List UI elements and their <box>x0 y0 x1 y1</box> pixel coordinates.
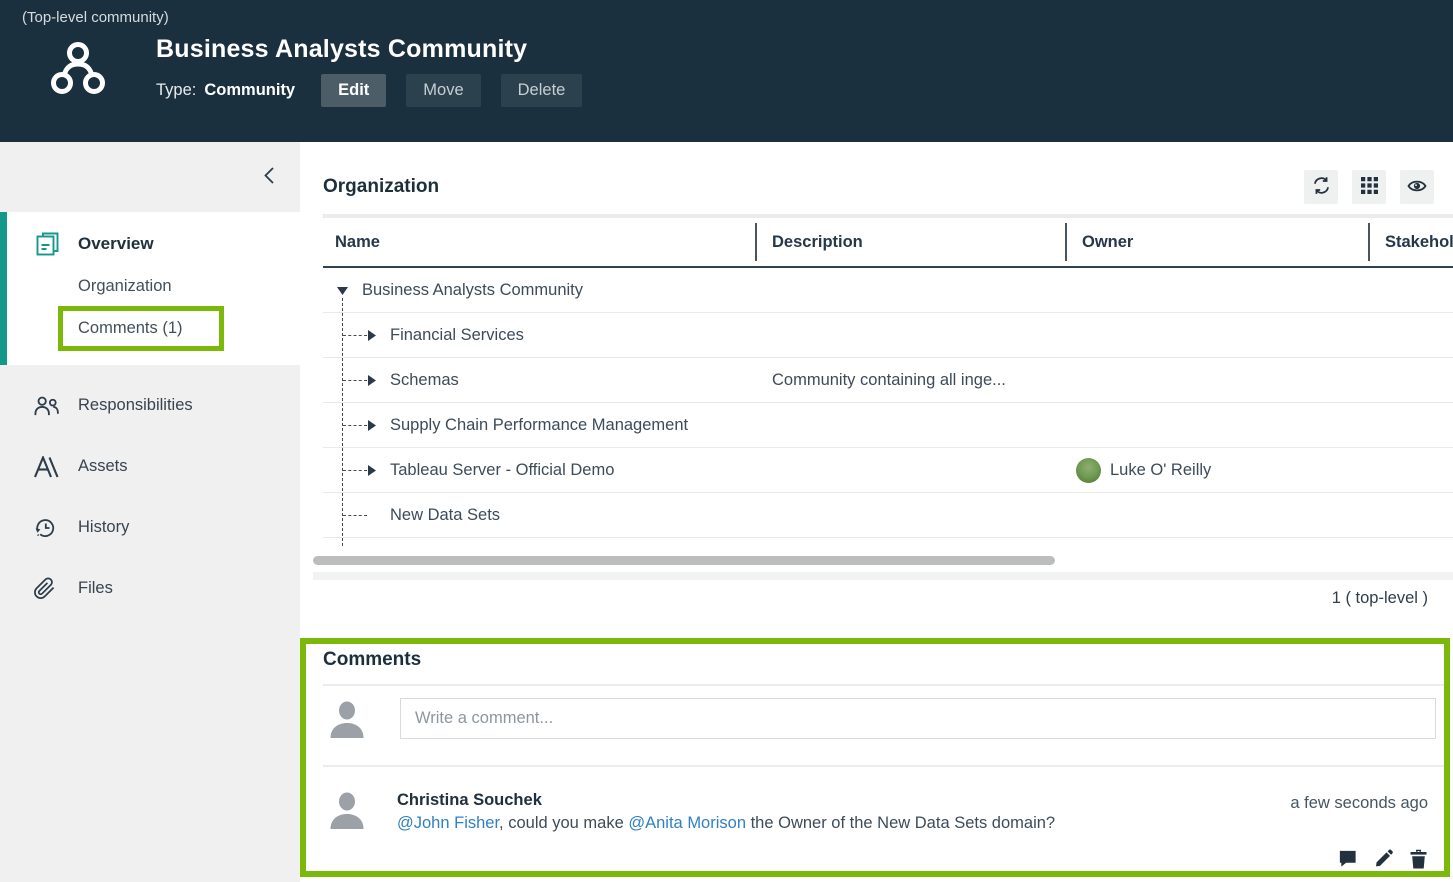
page-title: Business Analysts Community <box>156 35 582 64</box>
sidebar-item-history[interactable]: History <box>0 497 300 558</box>
tree-connector <box>343 380 367 381</box>
comment-body: @John Fisher, could you make @Anita Mori… <box>397 814 1055 833</box>
expand-triangle-icon[interactable] <box>368 375 376 386</box>
comment-text: , could you make <box>499 814 628 832</box>
speech-bubble-icon <box>1337 848 1358 872</box>
column-header-stakeholder[interactable]: Stakeholder <box>1368 218 1453 266</box>
tree-node-label[interactable]: New Data Sets <box>390 506 500 525</box>
commenter-avatar <box>325 788 369 832</box>
tree-node-label[interactable]: Supply Chain Performance Management <box>390 416 688 435</box>
sidebar-collapse-button[interactable] <box>258 162 280 192</box>
history-icon <box>33 516 60 539</box>
tree-connector <box>343 425 367 426</box>
expand-triangle-icon[interactable] <box>368 330 376 341</box>
table-row[interactable]: Supply Chain Performance Management <box>323 403 1453 448</box>
edit-comment-button[interactable] <box>1373 848 1394 872</box>
sidebar-subitem-organization[interactable]: Organization <box>7 266 300 306</box>
watch-button[interactable] <box>1400 170 1434 204</box>
move-button[interactable]: Move <box>406 74 480 107</box>
owner-name[interactable]: Luke O' Reilly <box>1110 461 1211 480</box>
mention-link[interactable]: @John Fisher <box>397 814 499 832</box>
sidebar-item-files[interactable]: Files <box>0 558 300 619</box>
tree-connector <box>343 515 367 516</box>
organization-toolbar <box>1304 170 1434 204</box>
comments-section: Comments <box>300 638 1450 877</box>
refresh-button[interactable] <box>1304 170 1338 204</box>
refresh-icon <box>1311 175 1332 199</box>
expand-triangle-icon[interactable] <box>368 465 376 476</box>
table-row[interactable]: Tableau Server - Official Demo Luke O' R… <box>323 448 1453 493</box>
table-row[interactable]: Business Analysts Community <box>323 268 1453 313</box>
type-value: Community <box>204 81 295 100</box>
sidebar-item-overview[interactable]: Overview <box>7 222 300 266</box>
horizontal-scrollbar-thumb[interactable] <box>313 556 1055 565</box>
tree-node-label[interactable]: Schemas <box>390 371 459 390</box>
org-table-header: Name Description Owner Stakeholder <box>323 218 1453 268</box>
eye-icon <box>1407 176 1427 199</box>
column-header-name[interactable]: Name <box>323 218 755 266</box>
description-cell: Community containing all inge... <box>755 371 1065 390</box>
owner-avatar[interactable] <box>1076 458 1101 483</box>
chevron-left-icon <box>262 173 276 188</box>
tree-node-label[interactable]: Financial Services <box>390 326 524 345</box>
mention-link[interactable]: @Anita Morison <box>628 814 746 832</box>
tree-node-label[interactable]: Tableau Server - Official Demo <box>390 461 614 480</box>
sidebar-subitem-comments[interactable]: Comments (1) <box>63 319 183 338</box>
assets-icon <box>33 456 60 478</box>
grid-icon <box>1361 177 1378 197</box>
page-header: (Top-level community) Business Analysts … <box>0 0 1453 142</box>
community-icon <box>48 39 108 99</box>
main-content: Organization <box>300 142 1453 882</box>
tree-connector <box>343 335 367 336</box>
column-header-description[interactable]: Description <box>755 218 1065 266</box>
comment-composer <box>323 697 1444 741</box>
comments-highlight-box: Comments (1) <box>58 306 224 351</box>
pencil-icon <box>1373 848 1394 872</box>
sidebar-item-label: Responsibilities <box>78 396 193 415</box>
comment-actions <box>1337 848 1428 872</box>
sidebar-item-label: History <box>78 518 129 537</box>
expand-triangle-icon[interactable] <box>368 420 376 431</box>
organization-section-title: Organization <box>323 176 439 198</box>
collapse-triangle-icon[interactable] <box>337 287 348 295</box>
divider <box>323 765 1444 767</box>
user-avatar <box>325 697 369 741</box>
sidebar-item-label: Files <box>78 579 113 598</box>
sidebar-item-label: Overview <box>78 234 154 254</box>
table-row[interactable]: Financial Services <box>323 313 1453 358</box>
comment-timestamp: a few seconds ago <box>1290 794 1428 813</box>
table-row[interactable]: Schemas Community containing all inge... <box>323 358 1453 403</box>
paperclip-icon <box>33 577 60 600</box>
org-tree-table: Business Analysts Community Financial Se… <box>323 268 1453 546</box>
horizontal-scrollbar-track <box>313 572 1453 580</box>
divider <box>323 684 1444 686</box>
comment-item: Christina Souchek @John Fisher, could yo… <box>323 788 1444 880</box>
sidebar-item-label: Assets <box>78 457 128 476</box>
edit-button[interactable]: Edit <box>321 74 386 107</box>
trash-icon-button[interactable] <box>1409 848 1428 872</box>
delete-button[interactable]: Delete <box>501 74 583 107</box>
top-level-count: 1 ( top-level ) <box>300 589 1428 608</box>
type-label: Type: <box>156 81 196 100</box>
grid-view-button[interactable] <box>1352 170 1386 204</box>
documents-icon <box>35 232 60 256</box>
column-header-owner[interactable]: Owner <box>1065 218 1368 266</box>
sidebar-item-responsibilities[interactable]: Responsibilities <box>0 375 300 436</box>
people-icon <box>33 395 60 417</box>
comments-section-title: Comments <box>323 649 1444 671</box>
comment-input[interactable] <box>400 698 1436 739</box>
comment-text: the Owner of the New Data Sets domain? <box>746 814 1055 832</box>
comment-author[interactable]: Christina Souchek <box>397 791 1055 810</box>
breadcrumb: (Top-level community) <box>0 0 1453 26</box>
tree-connector <box>343 470 367 471</box>
reply-comment-button[interactable] <box>1337 848 1358 872</box>
sidebar-item-assets[interactable]: Assets <box>0 436 300 497</box>
trash-icon <box>1409 848 1428 872</box>
tree-node-label[interactable]: Business Analysts Community <box>362 281 583 300</box>
sidebar-section-overview: Overview Organization Comments (1) <box>0 212 300 365</box>
table-row[interactable]: New Data Sets <box>323 493 1453 538</box>
sidebar: Overview Organization Comments (1) <box>0 142 300 882</box>
